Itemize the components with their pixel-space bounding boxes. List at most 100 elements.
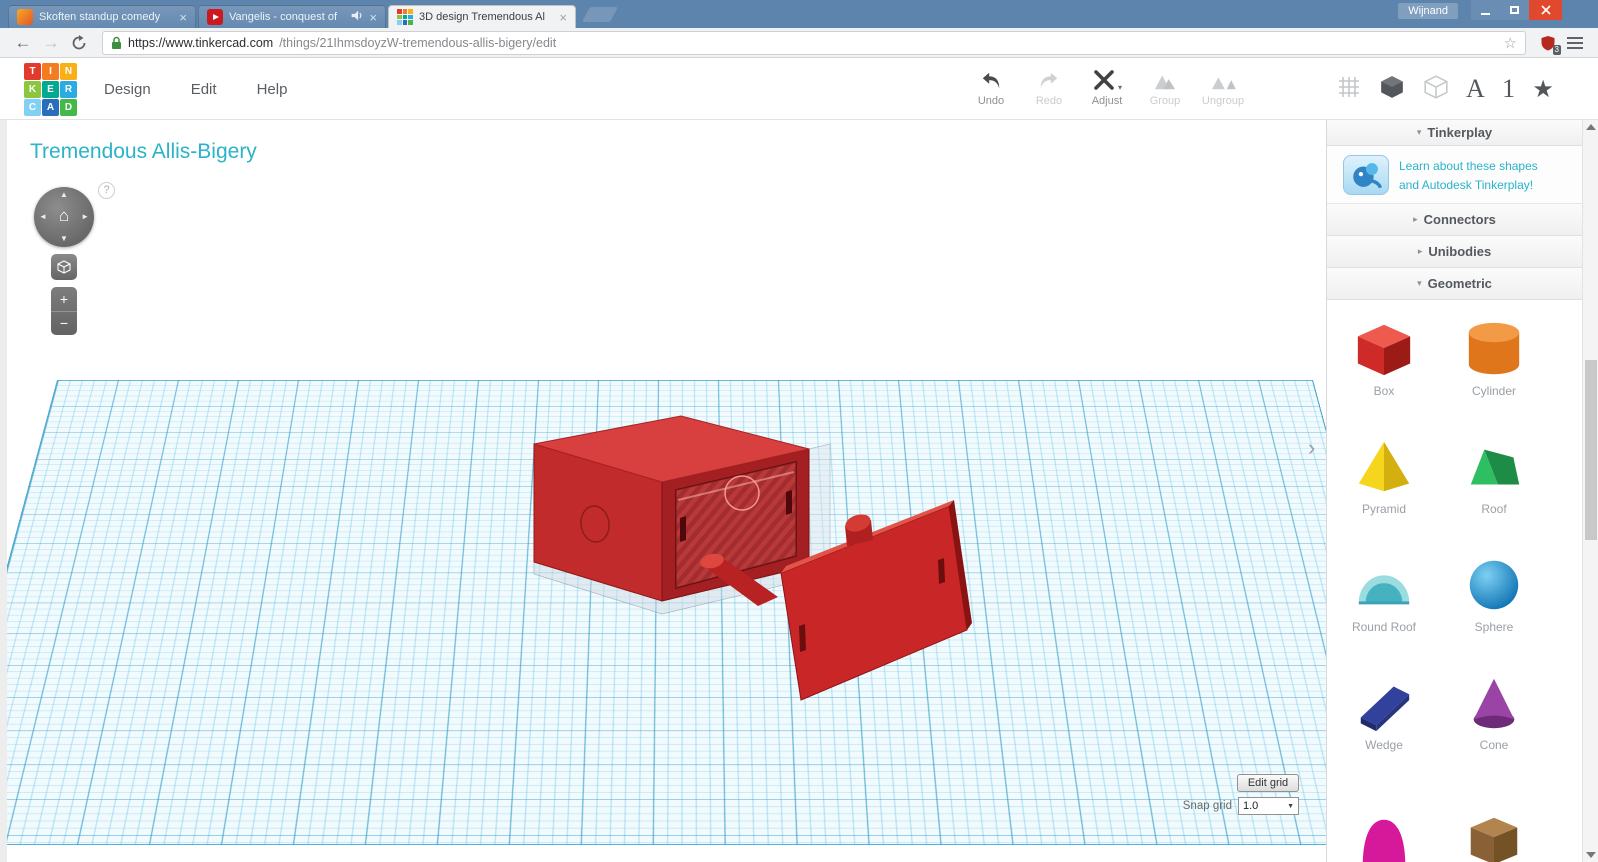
adjust-dropdown-icon[interactable]: ▾ — [1118, 83, 1122, 92]
home-view-icon[interactable]: ⌂ — [59, 206, 69, 226]
number-tool-icon[interactable]: 1 — [1502, 76, 1515, 102]
logo-tile: R — [60, 81, 77, 98]
logo-tile: D — [60, 99, 77, 116]
close-button[interactable] — [1529, 0, 1562, 20]
favorites-star-icon[interactable]: ★ — [1532, 77, 1554, 101]
adjust-button[interactable]: ▾ Adjust — [1078, 66, 1136, 107]
section-geometric[interactable]: ▾ Geometric — [1327, 268, 1582, 300]
design-canvas[interactable]: Tremendous Allis-Bigery ? ⌂ ▲ ▼ ◄ ► + − … — [0, 120, 1326, 862]
snap-grid-value: 1.0 — [1243, 800, 1259, 812]
view-cube-button[interactable] — [51, 254, 77, 280]
rotate-up-icon[interactable]: ▲ — [60, 191, 68, 199]
shape-item-sphere[interactable]: Sphere — [1444, 554, 1544, 634]
logo-tile: A — [42, 99, 59, 116]
shape-item-round-roof[interactable]: Round Roof — [1334, 554, 1434, 634]
browser-window: Skoften standup comedy × Vangelis - conq… — [0, 0, 1598, 862]
model-connector-stud[interactable] — [843, 511, 873, 546]
wedge-shape-icon — [1360, 686, 1410, 732]
menu-design[interactable]: Design — [104, 81, 151, 98]
ublock-extension-button[interactable]: 3 — [1536, 31, 1561, 55]
snap-grid-label: Snap grid — [1182, 800, 1232, 812]
shapes-sidebar: ▾ Tinkerplay Learn about these shapes an… — [1326, 120, 1582, 862]
tab-skoften[interactable]: Skoften standup comedy × — [8, 5, 196, 28]
solid-box-icon[interactable] — [1379, 74, 1405, 105]
menu-help[interactable]: Help — [257, 81, 288, 98]
undo-icon — [978, 66, 1004, 92]
browser-navbar: ← → https://www.tinkercad.com/things/21I… — [0, 28, 1598, 58]
help-button[interactable]: ? — [98, 182, 115, 199]
edit-grid-button[interactable]: Edit grid — [1237, 774, 1299, 792]
https-lock-icon — [112, 36, 121, 49]
edit-toolbar: Undo Redo ▾ Adjust Group Ungroup — [962, 66, 1252, 107]
round-roof-shape-icon — [1358, 575, 1410, 605]
shape-item-wedge[interactable]: Wedge — [1334, 672, 1434, 752]
section-tinkerplay[interactable]: ▾ Tinkerplay — [1327, 120, 1582, 146]
redo-button[interactable]: Redo — [1020, 66, 1078, 107]
tab-close-icon[interactable]: × — [559, 11, 567, 24]
snap-grid-select[interactable]: 1.0 ▼ — [1238, 797, 1299, 815]
scroll-down-icon[interactable] — [1586, 852, 1596, 858]
panel-collapse-chevron-icon[interactable]: › — [1308, 435, 1315, 461]
tab-title: Vangelis - conquest of — [229, 11, 338, 23]
back-button[interactable]: ← — [10, 30, 36, 56]
rotate-down-icon[interactable]: ▼ — [60, 235, 68, 243]
chrome-menu-button[interactable] — [1562, 30, 1588, 56]
forward-button[interactable]: → — [38, 30, 64, 56]
youtube-favicon — [207, 9, 223, 25]
skoften-favicon — [17, 9, 33, 25]
audio-speaker-icon — [350, 9, 363, 25]
tinkercad-favicon — [397, 9, 413, 25]
scrollbar-thumb[interactable] — [1585, 360, 1597, 540]
wireframe-box-icon[interactable] — [1423, 74, 1449, 105]
zoom-in-button[interactable]: + — [51, 287, 77, 312]
tinkerplay-promo-text[interactable]: Learn about these shapes and Autodesk Ti… — [1399, 157, 1538, 194]
collapse-arrow-icon: ▾ — [1417, 278, 1422, 288]
model-box[interactable] — [533, 415, 810, 602]
reload-button[interactable] — [66, 30, 92, 56]
redo-icon — [1036, 66, 1062, 92]
window-controls — [1471, 0, 1562, 20]
shape-item-pyramid[interactable]: Pyramid — [1334, 436, 1434, 516]
tab-tinkercad[interactable]: 3D design Tremendous Al × — [388, 5, 576, 28]
maximize-icon — [1510, 6, 1519, 14]
rotate-right-icon[interactable]: ► — [81, 213, 89, 221]
model-3d[interactable] — [0, 120, 1326, 862]
tab-title: Skoften standup comedy — [39, 11, 161, 23]
section-unibodies[interactable]: ▸ Unibodies — [1327, 236, 1582, 268]
shape-item-cone[interactable]: Cone — [1444, 672, 1544, 752]
tinkerplay-promo[interactable]: Learn about these shapes and Autodesk Ti… — [1327, 146, 1582, 204]
page-scrollbar[interactable] — [1582, 120, 1598, 862]
tab-close-icon[interactable]: × — [179, 11, 187, 24]
shape-item-hexagonal-prism[interactable] — [1444, 810, 1544, 862]
shape-item-paraboloid[interactable] — [1334, 810, 1434, 862]
zoom-out-button[interactable]: − — [51, 312, 77, 336]
shape-item-box[interactable]: Box — [1334, 318, 1434, 398]
paraboloid-shape-icon — [1362, 819, 1406, 862]
tinkerplay-icon — [1343, 155, 1389, 195]
tab-vangelis[interactable]: Vangelis - conquest of × — [198, 5, 386, 28]
logo-tile: N — [60, 63, 77, 80]
panel-toggle-icons: A 1 ★ — [1336, 70, 1554, 108]
scroll-up-icon[interactable] — [1586, 124, 1596, 130]
shape-item-roof[interactable]: Roof — [1444, 436, 1544, 516]
tinkercad-logo[interactable]: T I N K E R C A D — [24, 63, 77, 116]
expand-arrow-icon: ▸ — [1417, 246, 1423, 256]
ungroup-button[interactable]: Ungroup — [1194, 66, 1252, 107]
new-tab-button[interactable] — [582, 7, 618, 22]
section-connectors[interactable]: ▸ Connectors — [1327, 204, 1582, 236]
shape-item-cylinder[interactable]: Cylinder — [1444, 318, 1544, 398]
undo-button[interactable]: Undo — [962, 66, 1020, 107]
address-bar[interactable]: https://www.tinkercad.com/things/21Ihmsd… — [102, 30, 1526, 55]
text-tool-icon[interactable]: A — [1466, 76, 1485, 102]
workplane-grid-icon[interactable] — [1336, 74, 1362, 105]
bookmark-star-icon[interactable]: ☆ — [1504, 34, 1517, 52]
profile-name-button[interactable]: Wijnand — [1398, 3, 1458, 19]
menu-edit[interactable]: Edit — [191, 81, 217, 98]
design-title[interactable]: Tremendous Allis-Bigery — [30, 140, 257, 164]
view-navigation-pad[interactable]: ⌂ ▲ ▼ ◄ ► — [34, 187, 94, 247]
rotate-left-icon[interactable]: ◄ — [39, 213, 47, 221]
maximize-button[interactable] — [1500, 0, 1529, 20]
minimize-button[interactable] — [1471, 0, 1500, 20]
group-button[interactable]: Group — [1136, 66, 1194, 107]
tab-close-icon[interactable]: × — [369, 11, 377, 24]
